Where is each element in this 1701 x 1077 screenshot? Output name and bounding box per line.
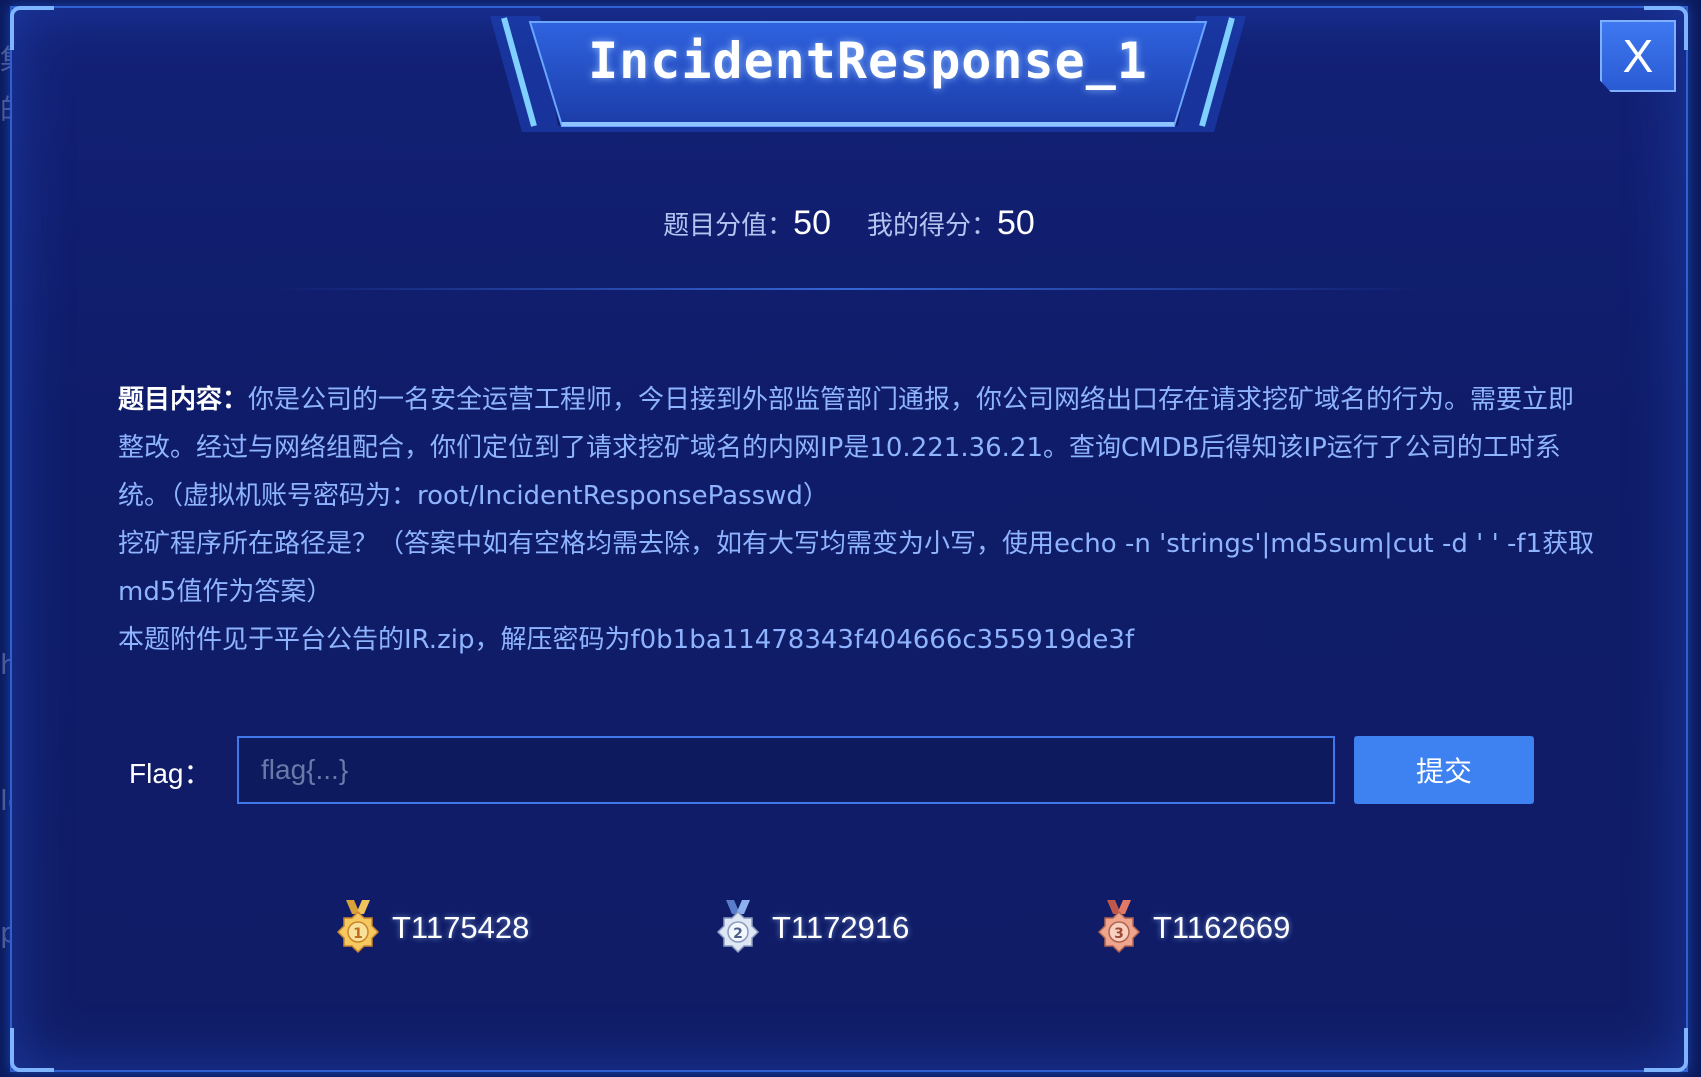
description-paragraph: 本题附件见于平台公告的IR.zip，解压密码为f0b1ba11478343f40… [118, 625, 1135, 655]
my-score-label: 我的得分： [867, 211, 998, 241]
divider [272, 288, 1426, 290]
challenge-modal: IncidentResponse_1 X 题目分值：50 我的得分：50 题目内容… [10, 6, 1688, 1072]
modal-title: IncidentResponse_1 [588, 32, 1148, 90]
silver-medal-icon: 2 [714, 900, 762, 956]
flag-input[interactable] [237, 736, 1335, 804]
medal-rank: 2 [733, 926, 743, 942]
title-banner: IncidentResponse_1 [490, 2, 1246, 132]
close-button[interactable]: X [1600, 20, 1676, 92]
medal-rank: 3 [1114, 926, 1124, 942]
score-row: 题目分值：50 我的得分：50 [12, 204, 1686, 243]
description-label: 题目内容： [118, 385, 249, 415]
challenge-score-value: 50 [793, 204, 831, 242]
corner-decoration [1644, 1028, 1688, 1072]
description-paragraph: 挖矿程序所在路径是？（答案中如有空格均需去除，如有大写均需变为小写，使用echo… [118, 529, 1595, 607]
description-text: 你是公司的一名安全运营工程师，今日接到外部监管部门通报，你公司网络出口存在请求挖… [118, 385, 1575, 511]
solver-item: 2 T1172916 [714, 898, 909, 958]
solver-name: T1172916 [772, 910, 910, 945]
flag-form: Flag： 提交 [129, 736, 1589, 804]
corner-decoration [10, 6, 54, 50]
solver-item: 3 T1162669 [1095, 898, 1290, 958]
description-paragraph: 题目内容：你是公司的一名安全运营工程师，今日接到外部监管部门通报，你公司网络出口… [118, 376, 1598, 520]
bronze-medal-icon: 3 [1095, 900, 1143, 956]
corner-decoration [10, 1028, 54, 1072]
gold-medal-icon: 1 [334, 900, 382, 956]
top-solvers: 1 T1175428 2 T1172916 3 T1162669 [12, 898, 1686, 958]
medal-rank: 1 [353, 926, 363, 942]
solver-name: T1162669 [1153, 910, 1291, 945]
solver-name: T1175428 [392, 910, 530, 945]
challenge-score-label: 题目分值： [663, 211, 794, 241]
challenge-description: 题目内容：你是公司的一名安全运营工程师，今日接到外部监管部门通报，你公司网络出口… [118, 376, 1598, 664]
flag-label: Flag： [129, 758, 212, 789]
my-score-value: 50 [997, 204, 1035, 242]
submit-button[interactable]: 提交 [1354, 736, 1534, 804]
solver-item: 1 T1175428 [334, 898, 529, 958]
